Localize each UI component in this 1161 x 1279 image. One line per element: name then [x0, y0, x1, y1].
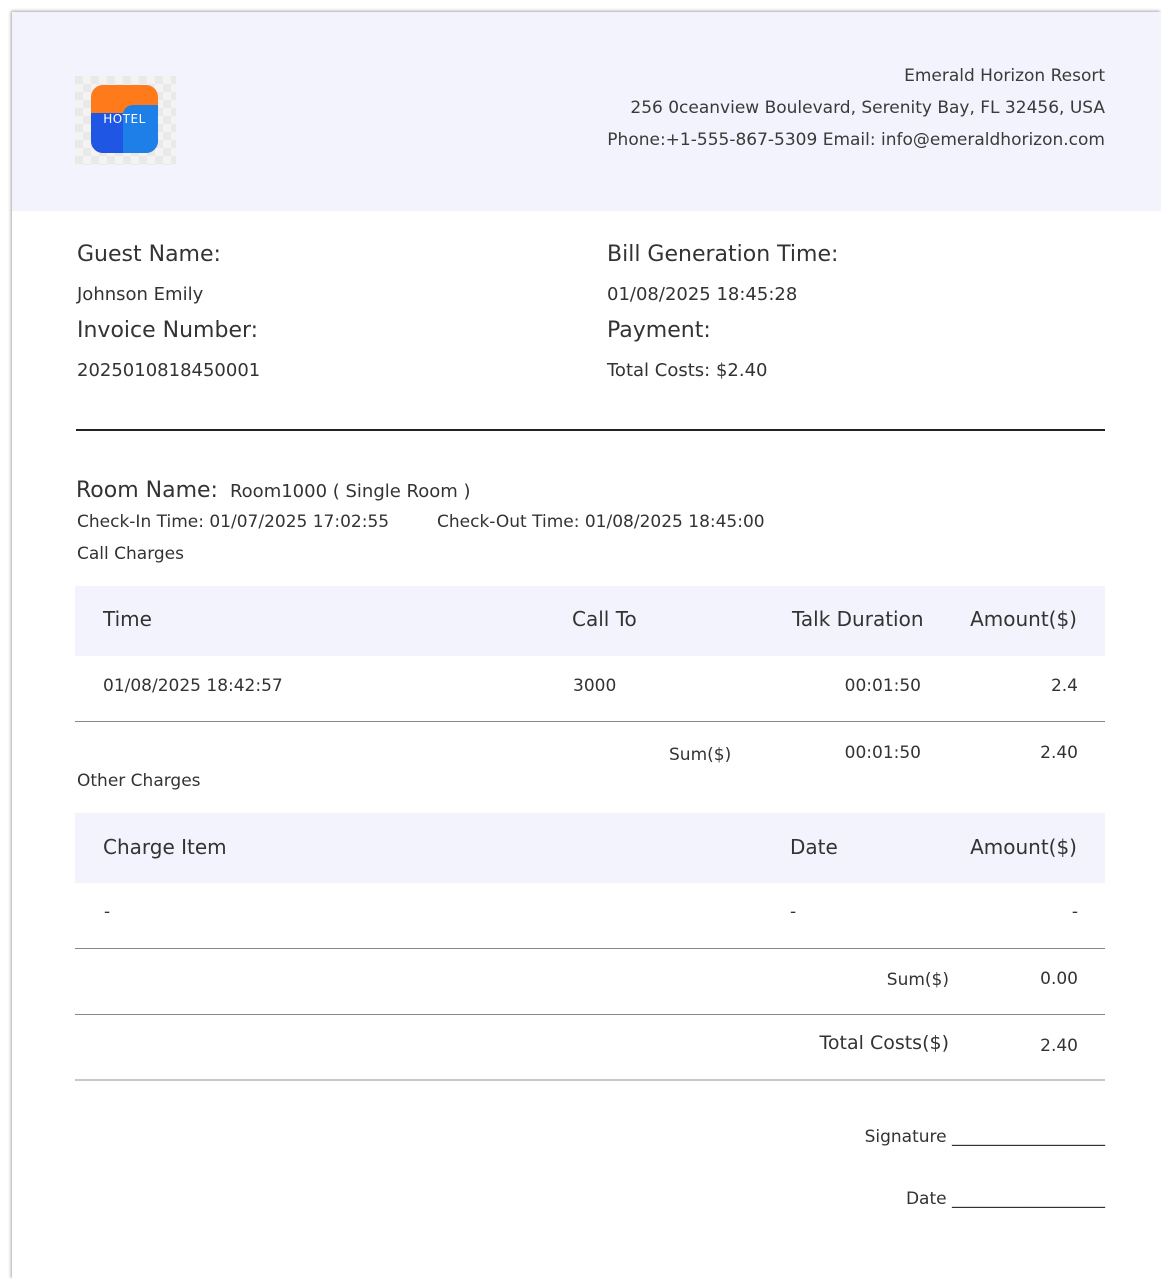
call-to: 3000: [573, 676, 617, 696]
check-in-time: Check-In Time: 01/07/2025 17:02:55: [77, 512, 390, 532]
other-sum-label: Sum($): [886, 970, 949, 990]
hotel-logo-icon: HOTEL: [91, 85, 158, 153]
invoice-page: HOTEL Emerald Horizon Resort 256 0ceanvi…: [12, 12, 1161, 1279]
row-divider: [75, 948, 1105, 949]
call-time: 01/08/2025 18:42:57: [103, 676, 283, 696]
call-duration: 00:01:50: [844, 676, 921, 696]
signature-line: Signature __________________: [864, 1127, 1105, 1147]
call-charges-title: Call Charges: [77, 544, 184, 564]
other-charges-header-row: Charge Item Date Amount($): [75, 813, 1105, 883]
check-out-time: Check-Out Time: 01/08/2025 18:45:00: [437, 512, 765, 532]
col-call-to: Call To: [572, 607, 637, 631]
room-name: Room Name: Room1000 ( Single Room ): [76, 478, 471, 503]
charge-item: -: [104, 902, 111, 922]
other-sum-amount: 0.00: [1040, 969, 1078, 989]
invoice-header: HOTEL Emerald Horizon Resort 256 0ceanvi…: [12, 12, 1161, 211]
invoice-number: 2025010818450001: [77, 360, 261, 381]
room-name-value: Room1000 ( Single Room ): [229, 481, 471, 502]
invoice-number-label: Invoice Number:: [77, 318, 259, 343]
room-name-label: Room Name:: [76, 478, 218, 503]
bill-time: 01/08/2025 18:45:28: [607, 284, 798, 305]
call-sum-label: Sum($): [669, 745, 732, 765]
call-amount: 2.4: [1050, 676, 1078, 696]
payment-label: Payment:: [607, 318, 711, 343]
col-charge-item: Charge Item: [103, 835, 227, 859]
company-info: Emerald Horizon Resort 256 0ceanview Bou…: [607, 60, 1105, 156]
total-costs-label: Total Costs($): [819, 1032, 949, 1054]
col-time: Time: [103, 607, 152, 631]
payment-total: Total Costs: $2.40: [607, 360, 768, 381]
bill-time-label: Bill Generation Time:: [607, 242, 839, 267]
row-divider: [75, 1014, 1105, 1015]
call-charges-header-row: Time Call To Talk Duration Amount($): [75, 586, 1105, 656]
guest-name-label: Guest Name:: [77, 242, 221, 267]
company-contact: Phone:+1-555-867-5309 Email: info@emeral…: [607, 130, 1105, 150]
charge-amount: -: [1071, 902, 1078, 922]
section-divider: [76, 429, 1105, 431]
total-costs-amount: 2.40: [1040, 1036, 1078, 1056]
row-divider: [75, 721, 1105, 722]
col-talk-duration: Talk Duration: [792, 607, 924, 631]
total-divider: [75, 1079, 1105, 1081]
hotel-logo: HOTEL: [75, 76, 176, 165]
date-line: Date __________________: [905, 1189, 1105, 1209]
logo-text: HOTEL: [103, 112, 146, 126]
col-amount: Amount($): [970, 835, 1077, 859]
charge-date: -: [790, 902, 797, 922]
col-amount: Amount($): [970, 607, 1077, 631]
company-address: 256 0ceanview Boulevard, Serenity Bay, F…: [630, 98, 1105, 118]
other-charges-title: Other Charges: [77, 771, 201, 791]
company-name: Emerald Horizon Resort: [904, 66, 1105, 86]
col-date: Date: [790, 835, 838, 859]
guest-name: Johnson Emily: [77, 284, 204, 305]
call-sum-amount: 2.40: [1040, 743, 1078, 763]
call-sum-duration: 00:01:50: [844, 743, 921, 763]
